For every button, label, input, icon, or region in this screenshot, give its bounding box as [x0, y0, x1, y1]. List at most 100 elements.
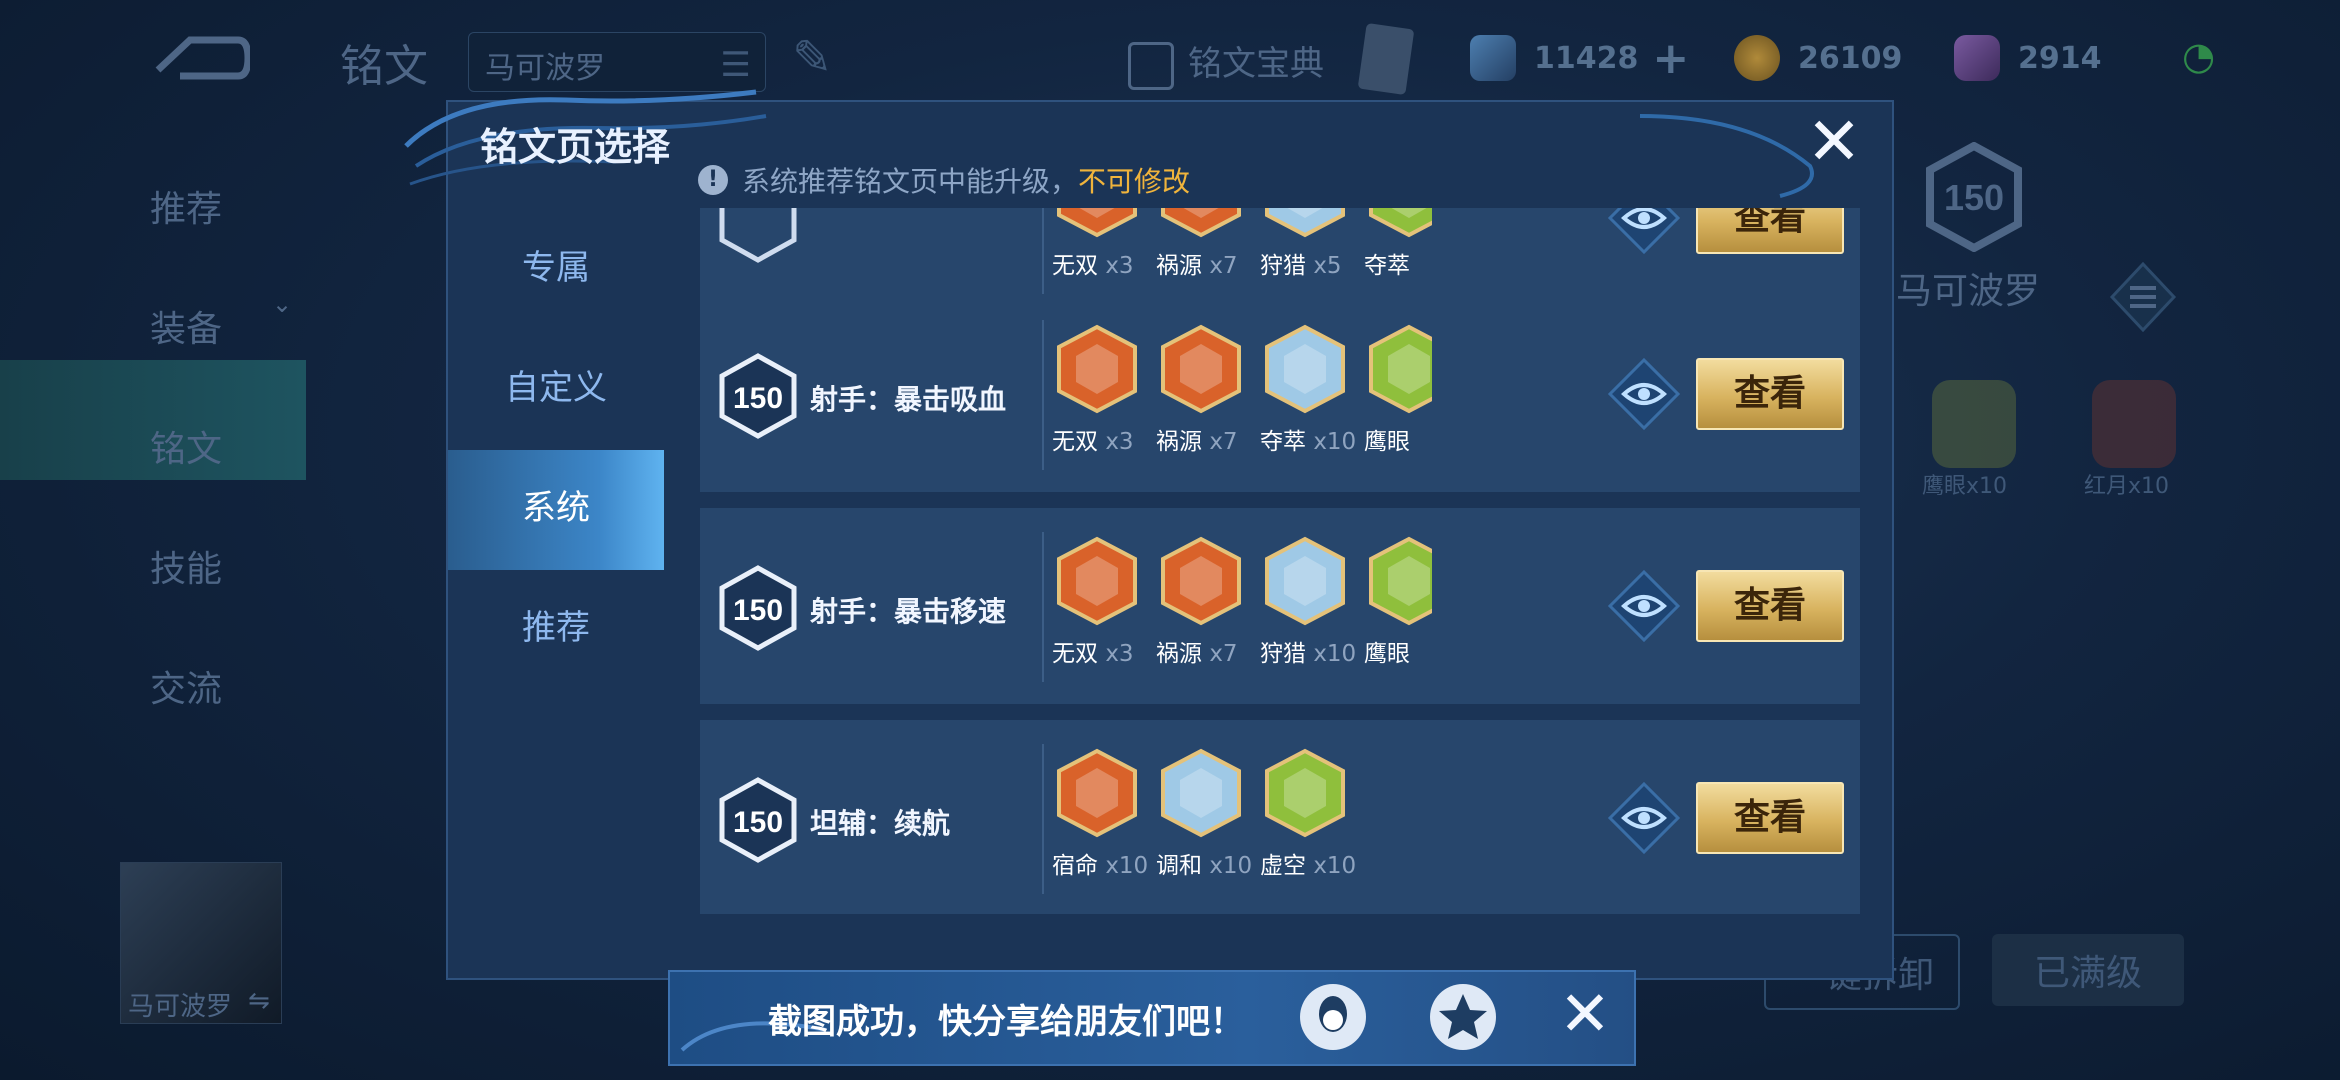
tab-custom[interactable]: 自定义 — [448, 330, 664, 450]
crystal-icon — [1954, 35, 2000, 81]
level-text: 150 — [1944, 177, 2004, 218]
rune-label: 狩猎 x5 — [1260, 253, 1342, 279]
rune-item[interactable]: 虚空 x10 — [1260, 748, 1356, 880]
crystal-resource: 2914 — [1954, 28, 2102, 88]
rune-item[interactable]: 无双 x3 — [1052, 208, 1148, 280]
right-hero-name: 马可波罗 — [1896, 271, 2041, 312]
rune-label: 调和 x10 — [1156, 853, 1253, 879]
wifi-icon: ◔ — [2182, 34, 2216, 78]
list-icon: ☰ — [720, 45, 751, 85]
hero-select[interactable]: 马可波罗 ☰ — [468, 32, 766, 92]
notice: ! 系统推荐铭文页中能升级， 不可修改 — [698, 160, 1190, 200]
rune-blue-icon — [1265, 324, 1345, 414]
diamond-resource: 11428 + — [1470, 28, 1689, 88]
rune-page-name: 坦辅：续航 — [810, 807, 951, 840]
view-button[interactable]: 查看 — [1696, 208, 1844, 254]
level-badge: 150 — [719, 777, 797, 863]
eye-icon[interactable] — [1608, 570, 1680, 642]
nav-item-chat[interactable]: 交流 — [100, 630, 300, 750]
rune-item[interactable]: 调和 x10 — [1156, 748, 1252, 880]
qzone-share-icon[interactable] — [1430, 984, 1496, 1050]
close-icon[interactable]: ✕ — [1800, 109, 1868, 180]
rune-page-row[interactable]: 150 坦辅：续航宿命 x10 调和 x10 虚空 x10 查看 — [700, 720, 1860, 914]
rune-green-icon — [1369, 324, 1432, 414]
rune-item[interactable]: 祸源 x7 — [1156, 536, 1252, 668]
menu-icon[interactable] — [2108, 262, 2178, 332]
rune-label: 夺萃 — [1364, 253, 1410, 279]
tab-system[interactable]: 系统 — [448, 450, 664, 570]
rune-item[interactable]: 无双 x3 — [1052, 536, 1148, 668]
rune-page-row[interactable]: 150 射手：暴击移速 无双 x3 祸源 x7 狩猎 x10 鹰眼 查看 — [700, 508, 1860, 704]
rune-page-list[interactable]: 无双 x3 祸源 x7 狩猎 x5 夺萃 查看 150 射手：暴击吸血 无双 x3 祸源 x7… — [700, 208, 1860, 914]
level-badge — [719, 208, 797, 263]
rune-label: 无双 x3 — [1052, 253, 1134, 279]
nav-item-rune[interactable]: 铭文 — [100, 390, 300, 510]
modal-title: 铭文页选择 — [480, 125, 671, 169]
rune-item[interactable]: 夺萃 x10 — [1260, 324, 1356, 456]
eye-icon[interactable] — [1608, 358, 1680, 430]
divider — [1042, 208, 1044, 294]
toast-close-icon[interactable]: ✕ — [1552, 983, 1618, 1050]
notice-text: 系统推荐铭文页中能升级， — [742, 165, 1079, 198]
view-button[interactable]: 查看 — [1696, 782, 1844, 854]
brush-icon[interactable]: ✎ — [792, 30, 832, 86]
qq-share-icon[interactable] — [1300, 984, 1366, 1050]
view-button[interactable]: 查看 — [1696, 358, 1844, 430]
rune-item[interactable]: 狩猎 x10 — [1260, 536, 1356, 668]
rune-item[interactable]: 无双 x3 — [1052, 324, 1148, 456]
card-icon[interactable] — [1357, 22, 1415, 96]
back-icon[interactable] — [150, 30, 250, 90]
rune-label: 宿命 x10 — [1052, 853, 1149, 879]
nav-item-skill[interactable]: 技能 — [100, 510, 300, 630]
rune-red-icon — [1161, 208, 1241, 238]
rune-blue-icon — [1161, 748, 1241, 838]
add-diamond-icon[interactable]: + — [1652, 33, 1689, 84]
rune-page-row[interactable]: 150 射手：暴击吸血 无双 x3 祸源 x7 夺萃 x10 鹰眼 查看 — [700, 296, 1860, 492]
notice-warning: 不可修改 — [1078, 165, 1191, 198]
rune-item[interactable]: 鹰眼 — [1364, 324, 1432, 456]
rune-label: 鹰眼 — [1364, 429, 1410, 455]
rune-label: 鹰眼 — [1364, 641, 1410, 667]
bg-rune-icon — [2092, 380, 2176, 468]
rune-label: 祸源 x7 — [1156, 253, 1238, 279]
tab-recommend[interactable]: 推荐 — [448, 570, 664, 690]
svg-text:150: 150 — [733, 806, 783, 839]
divider — [1042, 532, 1044, 682]
rune-blue-icon — [1265, 536, 1345, 626]
tab-exclusive[interactable]: 专属 — [448, 210, 664, 330]
rune-page-name: 射手：暴击移速 — [810, 595, 1007, 628]
info-icon: ! — [698, 165, 728, 195]
codex-icon — [1128, 41, 1174, 90]
rune-label: 无双 x3 — [1052, 429, 1134, 455]
gold-count: 26109 — [1798, 40, 1903, 76]
codex-button[interactable]: 铭文宝典 — [1128, 36, 1324, 90]
rune-label: 狩猎 x10 — [1260, 641, 1357, 667]
svg-text:150: 150 — [733, 382, 783, 415]
rune-item[interactable]: 祸源 x7 — [1156, 324, 1252, 456]
swap-icon[interactable]: ⇋ — [248, 986, 270, 1016]
diamond-icon — [1470, 35, 1516, 81]
rune-red-icon — [1057, 748, 1137, 838]
rune-label: 夺萃 x10 — [1260, 429, 1357, 455]
avatar-hero-name: 马可波罗 — [128, 992, 233, 1022]
rune-item[interactable]: 宿命 x10 — [1052, 748, 1148, 880]
rune-item[interactable]: 夺萃 — [1364, 208, 1432, 280]
rune-item[interactable]: 鹰眼 — [1364, 536, 1432, 668]
nav-item-equipment[interactable]: 装备 — [100, 270, 300, 390]
hero-select-label: 马可波罗 — [485, 51, 605, 86]
rune-blue-icon — [1265, 208, 1345, 238]
eye-icon[interactable] — [1608, 782, 1680, 854]
eye-icon[interactable] — [1608, 208, 1680, 254]
rune-green-icon — [1369, 536, 1432, 626]
rune-item[interactable]: 狩猎 x5 — [1260, 208, 1356, 280]
rune-label: 祸源 x7 — [1156, 641, 1238, 667]
gold-resource: 26109 — [1734, 28, 1902, 88]
nav-item-recommend[interactable]: 推荐 — [100, 150, 300, 270]
rune-label: 祸源 x7 — [1156, 429, 1238, 455]
page-title: 铭文 — [340, 41, 428, 92]
view-button[interactable]: 查看 — [1696, 570, 1844, 642]
rune-item[interactable]: 祸源 x7 — [1156, 208, 1252, 280]
gold-coin-icon — [1734, 35, 1780, 81]
rune-label: 无双 x3 — [1052, 641, 1134, 667]
maxed-button[interactable]: 已满级 — [1992, 934, 2184, 1006]
